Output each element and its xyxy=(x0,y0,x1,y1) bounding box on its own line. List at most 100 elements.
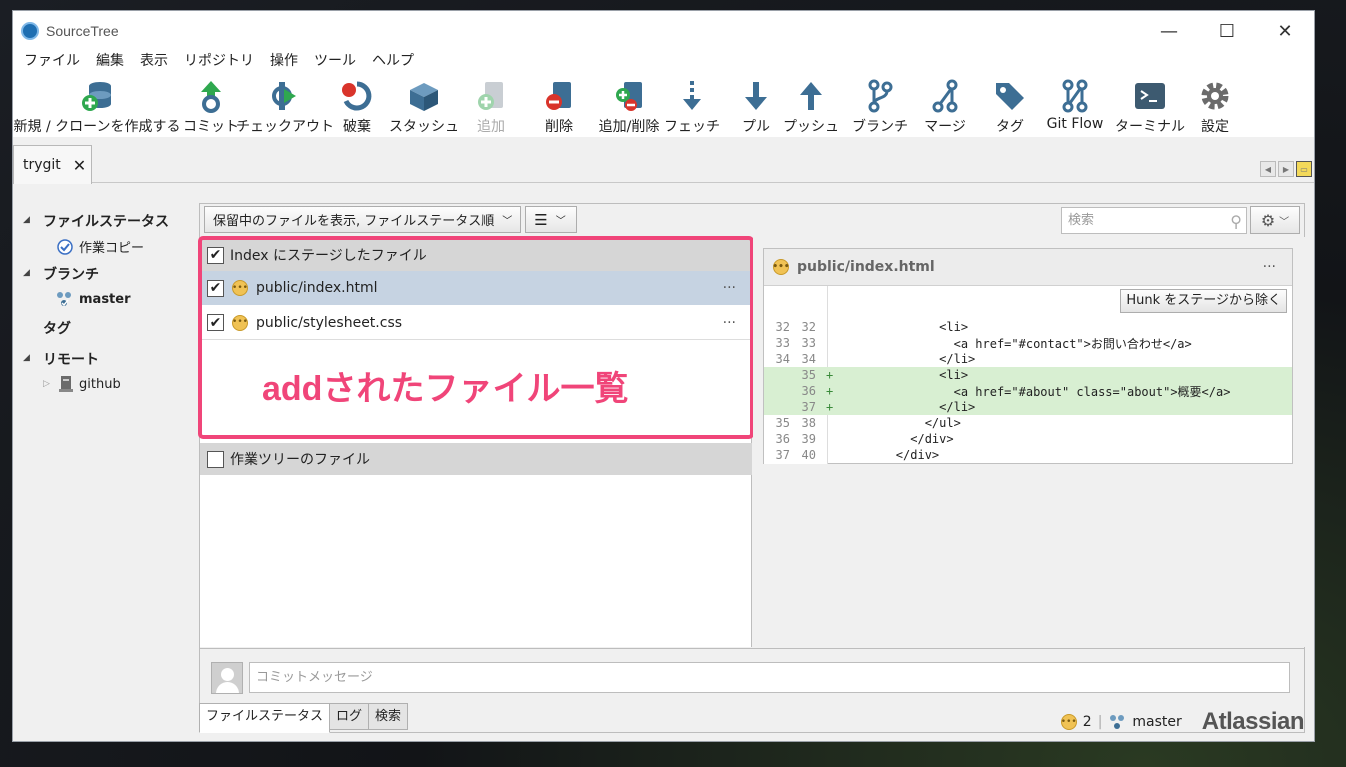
search-input[interactable]: 検索 ⚲ xyxy=(1061,207,1247,234)
discard-button[interactable]: 破棄 xyxy=(339,73,375,136)
add-remove-button[interactable]: 追加/削除 xyxy=(597,73,661,136)
tab-file-status[interactable]: ファイルステータス xyxy=(199,703,331,733)
sidebar-item-working-copy[interactable]: 作業コピー xyxy=(57,237,144,256)
stash-button[interactable]: スタッシュ xyxy=(389,73,459,136)
options-gear-dropdown[interactable]: ⚙ ﹀ xyxy=(1250,206,1300,234)
title-bar: SourceTree — ☐ ✕ xyxy=(13,11,1314,51)
diff-line: 36 39 </div> xyxy=(764,431,1292,447)
menu-bar: ファイル 編集 表示 リポジトリ 操作 ツール ヘルプ xyxy=(13,51,1314,73)
sidebar-item-github[interactable]: github xyxy=(59,375,121,393)
sidebar-remotes[interactable]: リモート xyxy=(43,349,99,369)
git-flow-icon xyxy=(1060,77,1090,115)
new-line-number: 33 xyxy=(801,336,816,350)
menu-help[interactable]: ヘルプ xyxy=(364,51,422,73)
commit-message-input[interactable]: コミットメッセージ xyxy=(249,662,1290,693)
toolbar: 新規 / クローンを作成する コミット チェックアウト 破棄 スタッシュ 追加 … xyxy=(13,73,1314,137)
collapsed-triangle-icon[interactable]: ▷ xyxy=(43,379,50,389)
sidebar-file-status[interactable]: ファイルステータス xyxy=(43,211,169,231)
checkout-button[interactable]: チェックアウト xyxy=(236,73,334,136)
sidebar-item-master[interactable]: master xyxy=(55,291,131,307)
code-text: <li> xyxy=(838,320,969,334)
menu-edit[interactable]: 編集 xyxy=(88,51,132,73)
repo-tab-trygit[interactable]: trygit ✕ xyxy=(13,145,92,184)
fetch-button[interactable]: フェッチ xyxy=(664,73,720,136)
code-text: </ul> xyxy=(838,416,961,430)
staged-files-pane: ✔ Index にステージしたファイル ✔ ••• public/index.h… xyxy=(198,236,754,647)
menu-actions[interactable]: 操作 xyxy=(262,51,306,73)
menu-view[interactable]: 表示 xyxy=(132,51,176,73)
main-panel: 保留中のファイルを表示, ファイルステータス順 ﹀ ☰ ﹀ 検索 ⚲ ⚙ ﹀ ✔… xyxy=(198,203,1305,733)
minimize-button[interactable]: — xyxy=(1140,11,1198,51)
modified-count: 2 xyxy=(1082,714,1092,730)
branch-check-icon xyxy=(57,292,71,307)
old-line-number: 34 xyxy=(775,352,790,366)
new-clone-button[interactable]: 新規 / クローンを作成する xyxy=(14,73,180,136)
maximize-button[interactable]: ☐ xyxy=(1198,11,1256,51)
gear-icon: ⚙ xyxy=(1260,210,1276,230)
list-mode-dropdown[interactable]: ☰ ﹀ xyxy=(525,206,578,233)
commit-button[interactable]: コミット xyxy=(183,73,239,136)
avatar xyxy=(211,662,243,694)
sidebar: ◢ ファイルステータス 作業コピー ◢ ブランチ master タグ ◢ リモー… xyxy=(13,203,198,743)
git-flow-button[interactable]: Git Flow xyxy=(1045,73,1105,132)
expand-triangle-icon[interactable]: ◢ xyxy=(23,215,30,225)
sidebar-tags[interactable]: タグ xyxy=(43,318,71,338)
discard-icon xyxy=(340,77,374,115)
new-line-number: 38 xyxy=(801,416,816,430)
new-line-number: 40 xyxy=(801,448,816,462)
diff-marker: + xyxy=(826,400,834,414)
add-remove-icon xyxy=(612,77,646,115)
merge-icon xyxy=(930,77,960,115)
terminal-button[interactable]: ターミナル xyxy=(1115,73,1185,136)
tab-scroll-left-icon[interactable]: ◀ xyxy=(1260,161,1276,177)
commit-area: コミットメッセージ xyxy=(200,648,1304,702)
new-line-number: 37 xyxy=(801,400,816,414)
menu-file[interactable]: ファイル xyxy=(16,51,88,73)
merge-button[interactable]: マージ xyxy=(924,73,966,136)
unstaged-section-header: 作業ツリーのファイル xyxy=(200,443,752,475)
tag-button[interactable]: タグ xyxy=(995,73,1025,136)
bottom-tabs: ファイルステータス ログ 検索 xyxy=(199,703,409,733)
add-button[interactable]: 追加 xyxy=(473,73,509,136)
tab-log[interactable]: ログ xyxy=(329,703,370,730)
annotation-highlight-box xyxy=(198,236,754,439)
push-button[interactable]: プッシュ xyxy=(783,73,839,136)
gear-icon xyxy=(1198,77,1232,115)
sourcetree-logo-icon xyxy=(21,22,39,40)
more-options-icon[interactable]: ··· xyxy=(1263,259,1276,275)
push-arrow-icon xyxy=(796,77,826,115)
old-line-number: 35 xyxy=(775,416,790,430)
chevron-down-icon: ﹀ xyxy=(502,216,513,227)
tab-list-icon[interactable]: ▭ xyxy=(1296,161,1312,177)
diff-line: 33 33 <a href="#contact">お問い合わせ</a> xyxy=(764,335,1292,351)
stash-box-icon xyxy=(407,77,441,115)
unstage-all-checkbox[interactable] xyxy=(207,450,224,468)
menu-repository[interactable]: リポジトリ xyxy=(176,51,262,73)
modified-icon: ••• xyxy=(1060,714,1077,730)
diff-marker: + xyxy=(826,368,834,382)
diff-marker: + xyxy=(826,384,834,398)
view-mode-dropdown[interactable]: 保留中のファイルを表示, ファイルステータス順 ﹀ xyxy=(204,206,522,233)
diff-line: 37 + </li> xyxy=(764,399,1292,415)
close-window-button[interactable]: ✕ xyxy=(1256,11,1314,51)
diff-line: 36 + <a href="#about" class="about">概要</a… xyxy=(764,383,1292,399)
new-line-number: 34 xyxy=(801,352,816,366)
diff-code: 32 32 <li> 33 33 <a href="#contact">お問い合わせ<… xyxy=(764,319,1292,463)
tab-search[interactable]: 検索 xyxy=(368,703,409,730)
menu-tools[interactable]: ツール xyxy=(306,51,364,73)
sidebar-branches[interactable]: ブランチ xyxy=(43,264,99,284)
unstage-hunk-button[interactable]: Hunk をステージから除く xyxy=(1120,289,1287,313)
close-tab-icon[interactable]: ✕ xyxy=(73,156,86,175)
repo-tab-label: trygit xyxy=(23,157,61,173)
sourcetree-window: SourceTree — ☐ ✕ ファイル 編集 表示 リポジトリ 操作 ツール… xyxy=(12,10,1315,742)
expand-triangle-icon[interactable]: ◢ xyxy=(23,268,30,278)
remove-button[interactable]: 削除 xyxy=(541,73,577,136)
branch-button[interactable]: ブランチ xyxy=(852,73,908,136)
settings-button[interactable]: 設定 xyxy=(1197,73,1233,136)
expand-triangle-icon[interactable]: ◢ xyxy=(23,353,30,363)
pull-button[interactable]: プル xyxy=(741,73,771,136)
diff-line: 37 40 </div> xyxy=(764,447,1292,463)
new-line-number: 32 xyxy=(801,320,816,334)
check-circle-icon xyxy=(57,238,73,255)
tab-scroll-right-icon[interactable]: ▶ xyxy=(1278,161,1294,177)
